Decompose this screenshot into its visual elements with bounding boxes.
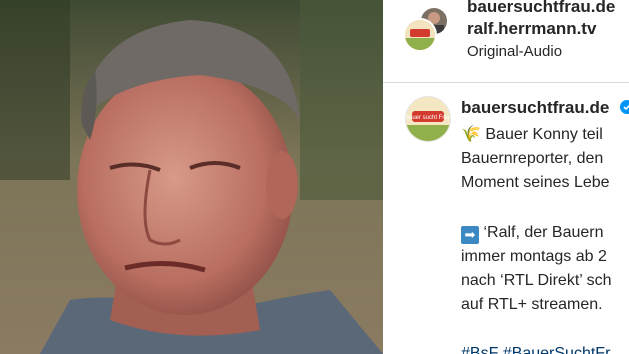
audio-label[interactable]: Original-Audio xyxy=(467,43,562,60)
caption-author[interactable]: bauersuchtfrau.de xyxy=(461,98,609,118)
caption-line: 🌾 Bauer Konny teil xyxy=(461,124,603,146)
caption-author-avatar[interactable]: Bauer sucht Frau xyxy=(405,96,451,142)
caption-line: auf RTL+ streamen. xyxy=(461,296,603,313)
video-still xyxy=(0,0,383,354)
verified-badge-icon xyxy=(620,100,629,119)
bauer-sucht-frau-logo: Bauer sucht Frau xyxy=(406,97,450,141)
collab-avatars[interactable] xyxy=(403,6,455,52)
caption-line: immer montags ab 2 xyxy=(461,248,607,265)
caption-line: nach ‘RTL Direkt’ sch xyxy=(461,272,612,289)
account-name[interactable]: bauersuchtfrau.de xyxy=(467,0,615,17)
caption-text: ‘Ralf, der Bauern xyxy=(483,224,604,241)
post-header: bauersuchtfrau.de ralf.herrmann.tv Origi… xyxy=(383,0,629,83)
caption-line: ➡ ‘Ralf, der Bauern xyxy=(461,222,604,244)
caption-line: Bauernreporter, den xyxy=(461,150,604,167)
account-avatar[interactable] xyxy=(403,18,437,52)
reel-video-frame[interactable] xyxy=(0,0,383,354)
hashtag-links[interactable]: #BsF #BauerSuchtFr xyxy=(461,343,610,354)
post-side-panel: bauersuchtfrau.de ralf.herrmann.tv Origi… xyxy=(383,0,629,354)
caption-line: Moment seines Lebe xyxy=(461,174,610,191)
caption-text: Bauer Konny teil xyxy=(485,126,603,143)
right-arrow-icon: ➡ xyxy=(461,226,479,244)
svg-text:Bauer sucht Frau: Bauer sucht Frau xyxy=(406,115,450,121)
collab-account-name[interactable]: ralf.herrmann.tv xyxy=(467,19,596,39)
wheat-icon: 🌾 xyxy=(461,126,481,143)
